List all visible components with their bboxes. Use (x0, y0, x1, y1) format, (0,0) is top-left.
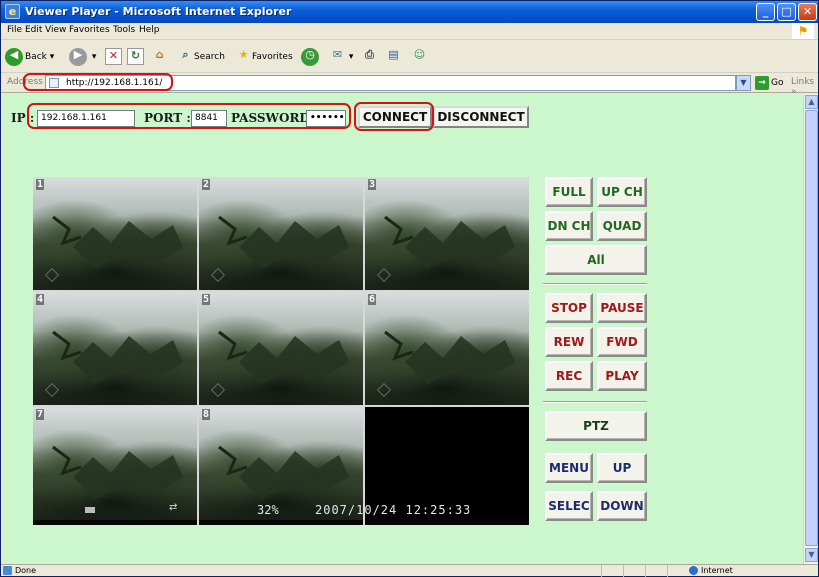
fwd-button[interactable]: FWD (597, 327, 647, 357)
stop-button[interactable]: STOP (545, 293, 593, 323)
down-button[interactable]: DOWN (597, 491, 647, 521)
vertical-scrollbar[interactable]: ▲ ▼ (803, 94, 818, 564)
stop-page-button[interactable]: ✕ (105, 46, 122, 68)
panel-divider (543, 283, 647, 285)
osd-timestamp: 2007/10/24 12:25:33 (315, 503, 472, 517)
menu-view[interactable]: View (45, 25, 66, 35)
search-icon: ⌕ (182, 48, 189, 61)
close-button[interactable]: ✕ (798, 3, 817, 21)
minimize-button[interactable]: _ (756, 3, 775, 21)
forward-button[interactable]: ▶ ▾ (69, 46, 96, 68)
video-channel-6[interactable]: 6 (365, 292, 529, 405)
osd-percent: 32% (257, 503, 279, 517)
favorites-button[interactable]: ★ Favorites (235, 46, 293, 68)
scroll-thumb[interactable] (805, 110, 818, 546)
select-button[interactable]: SELEC (545, 491, 593, 521)
dn-ch-button[interactable]: DN CH (545, 211, 593, 241)
video-osd: ⇄ 32% 2007/10/24 12:25:33 (33, 497, 529, 523)
up-button[interactable]: UP (597, 453, 647, 483)
print-button[interactable]: ⎙ (361, 46, 378, 68)
quad-button[interactable]: QUAD (597, 211, 647, 241)
grid-divider (363, 177, 365, 525)
all-button[interactable]: All (545, 245, 647, 275)
video-channel-2[interactable]: 2 (199, 177, 363, 290)
ptz-button[interactable]: PTZ (545, 411, 647, 441)
channel-number: 5 (202, 294, 211, 305)
menu-tools[interactable]: Tools (113, 25, 135, 35)
scroll-up-icon[interactable]: ▲ (805, 95, 818, 109)
title-bar: e Viewer Player - Microsoft Internet Exp… (1, 1, 818, 23)
rew-button[interactable]: REW (545, 327, 593, 357)
favorites-star-icon: ★ (238, 48, 249, 61)
control-panel: FULL UP CH DN CH QUAD All STOP PAUSE REW… (541, 175, 649, 525)
video-channel-3[interactable]: 3 (365, 177, 529, 290)
menu-help[interactable]: Help (139, 25, 160, 35)
stop-x-icon: ✕ (105, 48, 122, 65)
mail-icon: ✉ (332, 48, 343, 61)
full-button[interactable]: FULL (545, 177, 593, 207)
play-button[interactable]: PLAY (597, 361, 647, 391)
back-arrow-icon: ◀ (5, 47, 23, 66)
print-icon: ⎙ (365, 48, 374, 61)
menu-edit[interactable]: Edit (25, 25, 42, 35)
ie-logo-icon: e (5, 4, 20, 19)
history-button[interactable]: ◷ (301, 46, 321, 68)
edit-button[interactable]: ▤ (385, 46, 402, 68)
channel-number: 4 (36, 294, 45, 305)
channel-number: 3 (368, 179, 377, 190)
go-button[interactable]: → Go (755, 75, 783, 91)
window-title: Viewer Player - Microsoft Internet Explo… (25, 5, 292, 18)
edit-page-icon: ▤ (388, 48, 399, 61)
menu-favorites[interactable]: Favorites (69, 25, 110, 35)
panel-divider (543, 401, 647, 403)
status-bar: Done Internet (1, 564, 818, 577)
grid-divider (33, 290, 529, 292)
search-button[interactable]: ⌕ Search (177, 46, 225, 68)
go-arrow-icon: → (755, 75, 769, 90)
video-channel-5[interactable]: 5 (199, 292, 363, 405)
back-button[interactable]: ◀ Back ▾ (5, 46, 54, 68)
status-text: Done (15, 566, 37, 575)
channel-number: 6 (368, 294, 377, 305)
refresh-icon: ↻ (127, 48, 144, 65)
channel-number: 7 (36, 409, 45, 420)
menu-file[interactable]: File (7, 25, 22, 35)
messenger-icon: ☺ (413, 48, 426, 61)
messenger-button[interactable]: ☺ (411, 46, 428, 68)
video-grid[interactable]: 1 2 3 4 5 6 7 8 ⇄ 32% 2007/10/24 12:25:3… (33, 177, 529, 525)
disconnect-button[interactable]: DISCONNECT (433, 106, 529, 128)
menu-button[interactable]: MENU (545, 453, 593, 483)
up-ch-button[interactable]: UP CH (597, 177, 647, 207)
pause-button[interactable]: PAUSE (597, 293, 647, 323)
home-button[interactable]: ⌂ (151, 46, 168, 68)
address-highlight-oval (23, 73, 173, 91)
grid-divider (197, 177, 199, 525)
maximize-button[interactable]: □ (777, 3, 796, 21)
page-done-icon (3, 566, 12, 575)
address-dropdown-button[interactable]: ▼ (736, 75, 751, 91)
windows-flag-icon: ⚑ (792, 23, 814, 39)
osd-record-icon (85, 507, 95, 513)
channel-number: 8 (202, 409, 211, 420)
login-fields-highlight-oval (27, 103, 351, 129)
connect-highlight-oval (354, 102, 434, 131)
osd-swap-icon: ⇄ (169, 502, 178, 513)
menu-bar: File Edit View Favorites Tools Help ⚑ (1, 23, 818, 40)
scroll-down-icon[interactable]: ▼ (805, 548, 818, 562)
video-channel-4[interactable]: 4 (33, 292, 197, 405)
history-icon: ◷ (301, 47, 319, 66)
toolbar: ◀ Back ▾ ▶ ▾ ✕ ↻ ⌂ ⌕ Search ★ Favorites ◷ ✉… (1, 41, 818, 73)
forward-arrow-icon: ▶ (69, 47, 87, 66)
home-icon: ⌂ (155, 48, 164, 61)
mail-button[interactable]: ✉ ▾ (329, 46, 354, 68)
channel-number: 2 (202, 179, 211, 190)
grid-divider (33, 405, 529, 407)
internet-globe-icon (689, 566, 698, 575)
video-channel-1[interactable]: 1 (33, 177, 197, 290)
browser-window: e Viewer Player - Microsoft Internet Exp… (0, 0, 819, 577)
refresh-button[interactable]: ↻ (127, 46, 144, 68)
channel-number: 1 (36, 179, 45, 190)
rec-button[interactable]: REC (545, 361, 593, 391)
security-zone: Internet (701, 566, 733, 575)
